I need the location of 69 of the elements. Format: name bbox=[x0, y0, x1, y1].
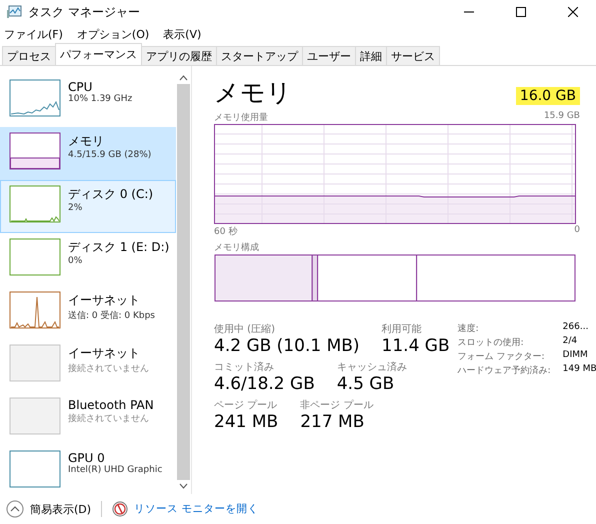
resource-item[interactable]: Bluetooth PAN 接続されていません bbox=[0, 392, 176, 445]
stat-label: コミット済み bbox=[214, 360, 275, 374]
resource-item[interactable]: イーサネット 接続されていません bbox=[0, 339, 176, 392]
detail-value: 149 MB bbox=[562, 364, 596, 376]
detail-value: DIMM bbox=[562, 350, 589, 362]
item-status: 4.5/15.9 GB (28%) bbox=[68, 150, 152, 160]
stat-label: 使用中 (圧縮) bbox=[214, 322, 276, 336]
collapse-icon[interactable] bbox=[6, 500, 24, 518]
total-memory: 16.0 GB bbox=[516, 87, 580, 105]
menu-item[interactable]: ファイル(F) bbox=[4, 26, 63, 42]
detail-label: スロットの使用: bbox=[458, 336, 525, 349]
item-status: 送信: 0 受信: 0 Kbps bbox=[68, 310, 155, 322]
stat-label: キャッシュ済み bbox=[336, 360, 407, 374]
stat-value: 4.2 GB (10.1 MB) bbox=[214, 336, 360, 356]
detail-value: 266... bbox=[562, 322, 590, 334]
panel-title: メモリ bbox=[214, 77, 292, 109]
item-status: 10% 1.39 GHz bbox=[68, 94, 132, 104]
resource-item[interactable]: ディスク 0 (C:) 2% bbox=[0, 180, 176, 233]
stat-value: 241 MB bbox=[214, 412, 278, 432]
item-title: GPU 0 bbox=[68, 451, 106, 465]
window-title: タスク マネージャー bbox=[28, 4, 141, 20]
item-title: メモリ bbox=[68, 133, 105, 150]
stat-value: 217 MB bbox=[300, 412, 366, 432]
item-status: 0% bbox=[68, 256, 84, 266]
stat-value: 4.5 GB bbox=[336, 374, 396, 394]
item-title: イーサネット bbox=[68, 292, 141, 309]
chart-label: メモリ構成 bbox=[214, 242, 259, 254]
menu-item[interactable]: 表示(V) bbox=[163, 26, 202, 42]
tab[interactable]: ユーザー bbox=[302, 46, 356, 65]
stat-label: 利用可能 bbox=[382, 322, 423, 336]
maximize-icon bbox=[516, 7, 526, 17]
item-status: 接続されていません bbox=[68, 362, 149, 375]
scroll-up-icon[interactable] bbox=[179, 74, 188, 82]
item-status: Intel(R) UHD Graphic bbox=[68, 465, 162, 475]
item-title: ディスク 1 (E: D:) bbox=[68, 239, 170, 256]
detail-label: フォーム ファクター: bbox=[458, 351, 546, 363]
tab[interactable]: プロセス bbox=[2, 46, 56, 65]
stat-label: ページ プール bbox=[214, 398, 278, 412]
resource-item[interactable]: CPU 10% 1.39 GHz bbox=[0, 74, 176, 127]
axis-label: 60 秒 bbox=[214, 226, 238, 238]
detail-value: 2/4 bbox=[562, 336, 578, 348]
item-title: CPU bbox=[68, 80, 94, 94]
close-icon bbox=[568, 7, 578, 17]
item-title: Bluetooth PAN bbox=[68, 398, 154, 412]
detail-label: ハードウェア予約済み: bbox=[458, 364, 551, 377]
item-status: 2% bbox=[68, 203, 84, 213]
stat-value: 11.4 GB bbox=[382, 336, 450, 356]
tab[interactable]: サービス bbox=[386, 46, 440, 65]
item-status: 接続されていません bbox=[68, 412, 150, 425]
stat-label: 非ページ プール bbox=[300, 398, 374, 412]
tab[interactable]: スタートアップ bbox=[216, 46, 303, 65]
chart-label: メモリ使用量 bbox=[214, 112, 268, 124]
app-icon bbox=[6, 5, 22, 19]
resource-item[interactable]: メモリ 4.5/15.9 GB (28%) bbox=[0, 127, 176, 180]
axis-label: 0 bbox=[574, 225, 580, 237]
scroll-down-icon[interactable] bbox=[179, 482, 188, 490]
tab[interactable]: 詳細 bbox=[355, 46, 387, 65]
resource-item[interactable]: イーサネット 送信: 0 受信: 0 Kbps bbox=[0, 286, 176, 339]
resource-item[interactable]: GPU 0 Intel(R) UHD Graphic bbox=[0, 445, 176, 494]
detail-label: 速度: bbox=[458, 322, 480, 335]
stat-value: 4.6/18.2 GB bbox=[214, 374, 315, 394]
item-title: ディスク 0 (C:) bbox=[68, 186, 154, 203]
chart-max: 15.9 GB bbox=[544, 111, 580, 123]
menu-item[interactable]: オプション(O) bbox=[76, 26, 150, 42]
resource-item[interactable]: ディスク 1 (E: D:) 0% bbox=[0, 233, 176, 286]
item-title: イーサネット bbox=[68, 345, 141, 362]
resource-monitor-link[interactable]: リソース モニターを開く bbox=[134, 502, 258, 516]
fewer-details-button[interactable]: 簡易表示(D) bbox=[30, 502, 92, 516]
tab[interactable]: アプリの履歴 bbox=[141, 46, 217, 65]
